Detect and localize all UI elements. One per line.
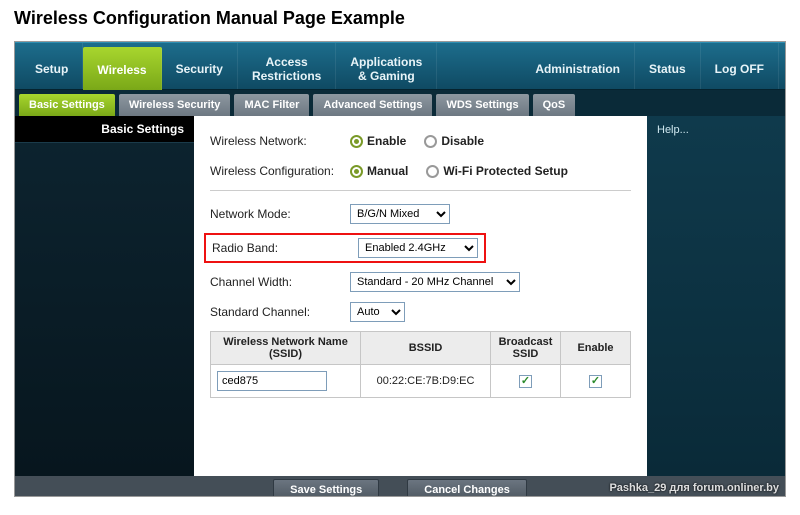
row-wireless-config: Wireless Configuration: Manual Wi-Fi Pro… — [210, 160, 631, 182]
label-radio-band: Radio Band: — [212, 241, 340, 255]
tab-access-restrictions[interactable]: Access Restrictions — [238, 43, 336, 89]
tab-setup[interactable]: Setup — [21, 43, 83, 89]
checkbox-enable-ssid[interactable]: ✓ — [589, 375, 602, 388]
row-wireless-network: Wireless Network: Enable Disable — [210, 130, 631, 152]
radio-config-manual[interactable]: Manual — [350, 164, 408, 178]
row-standard-channel: Standard Channel: Auto — [210, 301, 631, 323]
ssid-table: Wireless Network Name (SSID) BSSID Broad… — [210, 331, 631, 398]
tab-status[interactable]: Status — [635, 43, 701, 89]
router-admin-frame: Setup Wireless Security Access Restricti… — [14, 41, 786, 497]
checkbox-broadcast-ssid[interactable]: ✓ — [519, 375, 532, 388]
radio-band-highlight: Radio Band: Enabled 2.4GHz — [204, 233, 486, 263]
select-channel-width[interactable]: Standard - 20 MHz Channel — [350, 272, 520, 292]
main-nav: Setup Wireless Security Access Restricti… — [15, 42, 785, 90]
radio-config-wps[interactable]: Wi-Fi Protected Setup — [426, 164, 568, 178]
row-network-mode: Network Mode: B/G/N Mixed — [210, 203, 631, 225]
select-network-mode[interactable]: B/G/N Mixed — [350, 204, 450, 224]
label-standard-channel: Standard Channel: — [210, 305, 350, 319]
subtab-advanced-settings[interactable]: Advanced Settings — [313, 94, 432, 116]
select-radio-band[interactable]: Enabled 2.4GHz — [358, 238, 478, 258]
tab-logoff[interactable]: Log OFF — [701, 43, 779, 89]
divider — [210, 190, 631, 191]
subtab-wds-settings[interactable]: WDS Settings — [436, 94, 528, 116]
tab-wireless[interactable]: Wireless — [83, 47, 161, 90]
left-column: Basic Settings — [15, 116, 194, 476]
subtab-mac-filter[interactable]: MAC Filter — [234, 94, 309, 116]
cancel-changes-button[interactable]: Cancel Changes — [407, 479, 527, 497]
label-network-mode: Network Mode: — [210, 207, 350, 221]
label-channel-width: Channel Width: — [210, 275, 350, 289]
settings-panel: Wireless Network: Enable Disable Wireles… — [194, 116, 647, 476]
sub-nav: Basic Settings Wireless Security MAC Fil… — [15, 90, 785, 116]
col-ssid-name: Wireless Network Name (SSID) — [211, 332, 361, 365]
col-enable: Enable — [561, 332, 631, 365]
select-standard-channel[interactable]: Auto — [350, 302, 405, 322]
radio-wireless-disable[interactable]: Disable — [424, 134, 484, 148]
page-title: Wireless Configuration Manual Page Examp… — [0, 0, 800, 41]
cell-bssid: 00:22:CE:7B:D9:EC — [361, 365, 491, 398]
radio-icon — [350, 135, 363, 148]
radio-icon — [424, 135, 437, 148]
col-bssid: BSSID — [361, 332, 491, 365]
subtab-wireless-security[interactable]: Wireless Security — [119, 94, 231, 116]
content-row: Basic Settings Wireless Network: Enable … — [15, 116, 785, 476]
help-column: Help... — [647, 116, 785, 476]
tab-security[interactable]: Security — [162, 43, 238, 89]
table-row: 00:22:CE:7B:D9:EC ✓ ✓ — [211, 365, 631, 398]
tab-apps-gaming[interactable]: Applications & Gaming — [336, 43, 437, 89]
table-header-row: Wireless Network Name (SSID) BSSID Broad… — [211, 332, 631, 365]
radio-icon — [350, 165, 363, 178]
watermark: Pashka_29 для forum.onliner.by — [609, 482, 779, 494]
label-wireless-network: Wireless Network: — [210, 134, 350, 148]
help-link[interactable]: Help... — [657, 124, 689, 136]
label-wireless-config: Wireless Configuration: — [210, 164, 350, 178]
input-ssid[interactable] — [217, 371, 327, 391]
save-settings-button[interactable]: Save Settings — [273, 479, 379, 497]
tab-administration[interactable]: Administration — [521, 43, 635, 89]
radio-wireless-enable[interactable]: Enable — [350, 134, 406, 148]
radio-icon — [426, 165, 439, 178]
row-radio-band: Radio Band: Enabled 2.4GHz — [210, 233, 631, 263]
col-broadcast: Broadcast SSID — [491, 332, 561, 365]
subtab-basic-settings[interactable]: Basic Settings — [19, 94, 115, 116]
row-channel-width: Channel Width: Standard - 20 MHz Channel — [210, 271, 631, 293]
left-header: Basic Settings — [15, 116, 194, 143]
subtab-qos[interactable]: QoS — [533, 94, 576, 116]
